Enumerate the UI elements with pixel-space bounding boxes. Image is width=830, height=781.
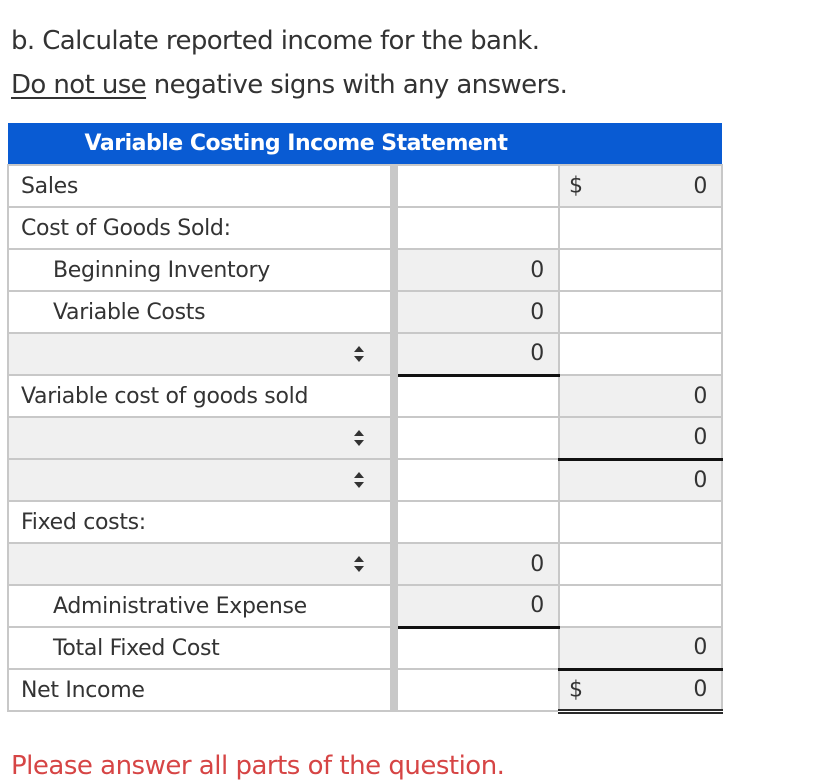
empty-cell <box>393 500 560 544</box>
amount-value: 0 <box>693 635 708 661</box>
table-row-variable-cogs: Variable cost of goods sold 0 <box>7 373 724 418</box>
table-row-cogs-heading: Cost of Goods Sold: <box>7 206 724 250</box>
amount-value: 0 <box>693 173 708 199</box>
table-row-sales: Sales $0 <box>7 164 724 208</box>
table-row-dropdown-2: 0 <box>7 416 724 460</box>
beginning-inventory-input[interactable]: 0 <box>393 248 560 292</box>
negative-sign-note: Do not use negative signs with any answe… <box>11 70 568 100</box>
amount-input-dropdown-4[interactable]: 0 <box>393 542 560 586</box>
amount-input-dropdown-3[interactable]: 0 <box>557 457 724 502</box>
amount-input-col2[interactable] <box>393 164 560 208</box>
amount-value: 0 <box>693 467 708 493</box>
net-income-input[interactable]: $0 <box>557 667 724 714</box>
empty-cell <box>557 542 724 586</box>
row-label: Cost of Goods Sold: <box>7 206 398 250</box>
empty-cell <box>393 206 560 250</box>
empty-cell <box>393 416 560 460</box>
table-row-fixed-costs-heading: Fixed costs: <box>7 500 724 544</box>
row-label: Variable Costs <box>7 290 398 334</box>
amount-value: 0 <box>530 593 544 619</box>
note-text: negative signs with any answers. <box>146 70 568 100</box>
table-row-beginning-inventory: Beginning Inventory 0 <box>7 248 724 292</box>
row-label: Total Fixed Cost <box>7 626 398 670</box>
row-label: Sales <box>7 164 398 208</box>
amount-input-dropdown-1[interactable]: 0 <box>393 332 560 376</box>
select-arrows-icon <box>353 428 365 448</box>
table-row-variable-costs: Variable Costs 0 <box>7 290 724 334</box>
row-label: Beginning Inventory <box>7 248 398 292</box>
row-label: Administrative Expense <box>7 584 398 628</box>
table-row-dropdown-4: 0 <box>7 542 724 586</box>
table-row-net-income: Net Income $0 <box>7 667 724 714</box>
select-arrows-icon <box>353 470 365 490</box>
amount-value: 0 <box>693 425 708 451</box>
account-select-3[interactable] <box>7 458 398 502</box>
row-label: Net Income <box>7 668 398 712</box>
sales-amount-input[interactable]: $0 <box>557 164 724 208</box>
select-arrows-icon <box>353 344 365 364</box>
incomplete-answer-warning: Please answer all parts of the question. <box>11 751 505 781</box>
amount-value: 0 <box>530 257 544 283</box>
total-fixed-cost-input[interactable]: 0 <box>557 626 724 670</box>
empty-cell <box>393 458 560 502</box>
row-label: Variable cost of goods sold <box>7 374 398 418</box>
empty-cell <box>557 206 724 250</box>
amount-value: 0 <box>693 383 708 409</box>
underlined-emphasis: Do not use <box>11 70 147 100</box>
empty-cell <box>557 584 724 628</box>
table-row-administrative-expense: Administrative Expense 0 <box>7 584 724 628</box>
dollar-sign: $ <box>569 173 583 199</box>
amount-value: 0 <box>530 341 544 367</box>
question-instruction: b. Calculate reported income for the ban… <box>11 26 540 56</box>
empty-cell <box>557 290 724 334</box>
account-select-1[interactable] <box>7 332 398 376</box>
amount-value: 0 <box>530 299 544 325</box>
empty-cell <box>557 500 724 544</box>
select-arrows-icon <box>353 554 365 574</box>
table-row-total-fixed-cost: Total Fixed Cost 0 <box>7 625 724 670</box>
table-row-dropdown-1: 0 <box>7 332 724 376</box>
administrative-expense-input[interactable]: 0 <box>393 584 560 628</box>
empty-cell <box>393 373 560 418</box>
table-row-dropdown-3: 0 <box>7 457 724 502</box>
variable-cogs-input[interactable]: 0 <box>557 374 724 418</box>
empty-cell <box>393 668 560 712</box>
account-select-2[interactable] <box>7 416 398 460</box>
statement-title-text: Variable Costing Income Statement <box>84 131 508 156</box>
variable-costs-input[interactable]: 0 <box>393 290 560 334</box>
account-select-4[interactable] <box>7 542 398 586</box>
amount-input-dropdown-2[interactable]: 0 <box>557 416 724 460</box>
empty-cell <box>557 248 724 292</box>
empty-cell <box>393 625 560 670</box>
amount-value: 0 <box>530 551 544 577</box>
row-label: Fixed costs: <box>7 500 398 544</box>
dollar-sign: $ <box>569 677 583 702</box>
amount-value: 0 <box>693 677 708 702</box>
statement-title: Variable Costing Income Statement <box>8 123 723 165</box>
empty-cell <box>557 332 724 376</box>
income-statement-table: Variable Costing Income Statement Sales … <box>7 123 724 714</box>
